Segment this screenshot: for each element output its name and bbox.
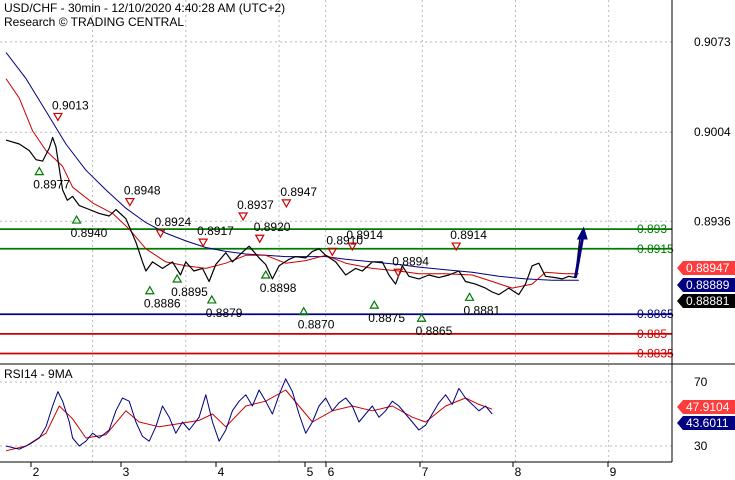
swing-high-label: 0.8917 [197, 224, 234, 238]
day-tick-label: 4 [218, 465, 225, 479]
swing-high-label: 0.8914 [346, 228, 383, 242]
day-tick-label: 6 [328, 465, 335, 479]
day-tick-label: 7 [422, 465, 429, 479]
swing-high-label: 0.8920 [254, 220, 291, 234]
day-tick-label: 2 [33, 465, 40, 479]
rsi-badge-label: 43.6011 [686, 416, 729, 430]
price-tick-label: 0.9004 [694, 125, 731, 139]
price-chart-svg: 0.893 0.8915 0.8865 0.885 0.8835 0.9013 0.894… [0, 0, 735, 480]
swing-high-label: 0.8947 [280, 185, 317, 199]
swing-low-label: 0.8898 [260, 281, 297, 295]
rsi-title: RSI14 - 9MA [4, 367, 73, 381]
level-label: 0.8835 [637, 347, 674, 361]
level-label: 0.885 [637, 327, 667, 341]
swing-low-label: 0.8879 [206, 306, 243, 320]
swing-low-label: 0.8940 [71, 226, 108, 240]
swing-low-label: 0.8895 [171, 285, 208, 299]
price-badge: 0.88881 [677, 294, 735, 308]
rsi-tick-label: 30 [694, 439, 708, 453]
swing-low-label: 0.8977 [33, 178, 70, 192]
swing-high-label: 0.8948 [124, 184, 161, 198]
swing-high-label: 0.8924 [155, 215, 192, 229]
day-tick-label: 3 [123, 465, 130, 479]
chart-title: USD/CHF - 30min - 12/10/2020 4:40:28 AM … [4, 1, 285, 15]
price-badge-label: 0.88947 [686, 261, 730, 275]
price-badge-label: 0.88881 [686, 294, 730, 308]
swing-low-label: 0.8870 [298, 318, 335, 332]
rsi-badge-label: 47.9104 [686, 400, 730, 414]
swing-high-label: 0.8937 [237, 198, 274, 212]
price-badge: 0.88947 [677, 261, 735, 275]
level-label: 0.8915 [637, 242, 674, 256]
price-badge: 0.88889 [677, 278, 735, 292]
swing-low-label: 0.8881 [464, 303, 501, 317]
swing-high-label: 0.9013 [52, 98, 89, 112]
swing-high-label: 0.8914 [450, 228, 487, 242]
level-label: 0.8865 [637, 307, 674, 321]
level-label: 0.893 [637, 222, 667, 236]
rsi-tick-label: 70 [694, 375, 708, 389]
rsi-badge: 47.9104 [677, 400, 735, 414]
swing-low-label: 0.8875 [368, 311, 405, 325]
day-tick-label: 5 [307, 465, 314, 479]
day-tick-label: 8 [515, 465, 522, 479]
day-tick-label: 9 [610, 465, 617, 479]
price-tick-label: 0.9073 [694, 35, 731, 49]
swing-low-label: 0.8865 [416, 324, 453, 338]
chart-source: Research © TRADING CENTRAL [4, 15, 184, 29]
price-badge-label: 0.88889 [686, 278, 730, 292]
price-tick-label: 0.8936 [694, 214, 731, 228]
rsi-badge: 43.6011 [677, 416, 735, 430]
swing-high-label: 0.8894 [392, 254, 429, 268]
